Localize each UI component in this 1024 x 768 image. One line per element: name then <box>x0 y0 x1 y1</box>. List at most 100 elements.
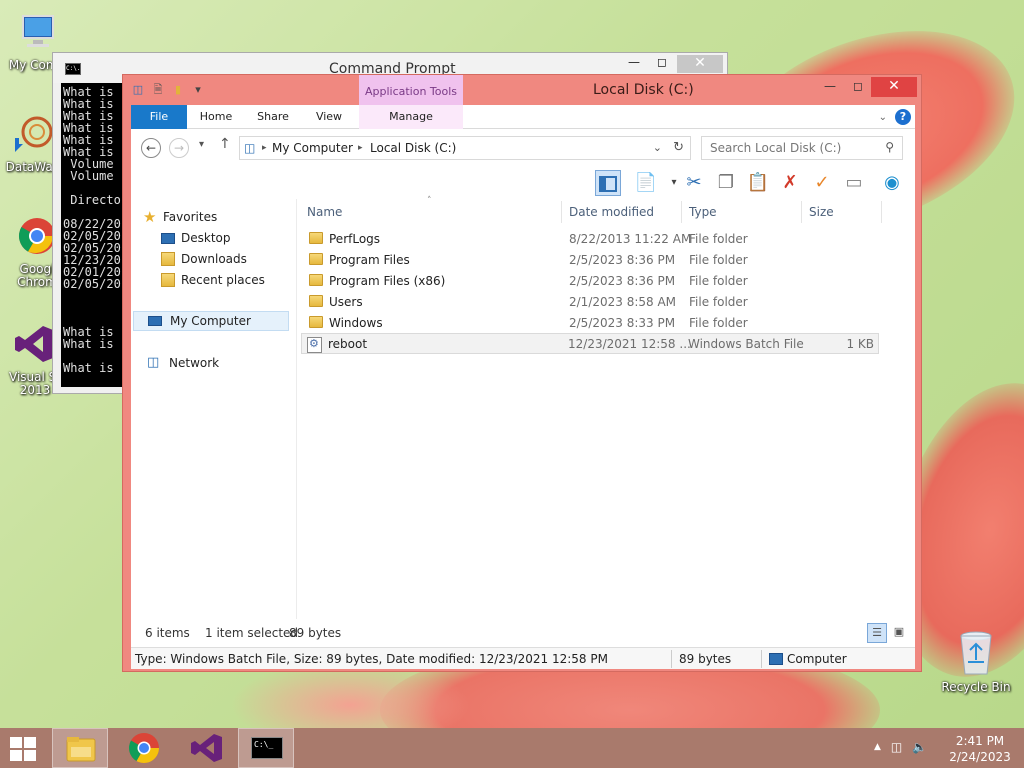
close-button[interactable]: ✕ <box>871 77 917 97</box>
cut-icon[interactable]: ✂ <box>681 170 707 196</box>
desktop-icon <box>161 233 175 244</box>
folder-icon <box>309 274 323 286</box>
new-folder-icon[interactable]: ▮ <box>171 83 185 97</box>
column-separator[interactable] <box>881 201 882 223</box>
volume-icon[interactable]: 🔈 <box>912 740 927 754</box>
file-list: ˄ Name Date modified Type Size PerfLogs … <box>301 196 915 619</box>
breadcrumb-separator-icon[interactable]: ▸ <box>262 143 267 153</box>
show-hidden-icons-icon[interactable]: ▲ <box>874 742 881 754</box>
clock[interactable]: 2:41 PM 2/24/2023 <box>940 733 1020 765</box>
column-header-type[interactable]: Type <box>689 205 717 219</box>
column-header-date[interactable]: Date modified <box>569 205 654 219</box>
globe-icon[interactable]: ◉ <box>879 170 905 196</box>
taskbar-command-prompt[interactable]: C:\_ <box>238 728 294 768</box>
file-row[interactable]: Program Files (x86) 2/5/2023 8:36 PM Fil… <box>303 271 877 292</box>
column-header-name[interactable]: Name <box>307 205 342 219</box>
back-button[interactable]: ← <box>141 138 161 158</box>
column-separator[interactable] <box>561 201 562 223</box>
column-header-size[interactable]: Size <box>809 205 834 219</box>
column-separator[interactable] <box>801 201 802 223</box>
explorer-window[interactable]: ◫ 🗎 ▮ ▾ Application Tools Local Disk (C:… <box>122 74 922 672</box>
breadcrumb-separator-icon[interactable]: ▸ <box>358 143 363 153</box>
ribbon-controls: ⌄ ? <box>879 109 911 125</box>
downloads-folder-icon <box>161 252 175 266</box>
nav-desktop[interactable]: Desktop <box>131 228 293 248</box>
computer-icon <box>22 15 54 47</box>
file-name: PerfLogs <box>329 232 381 246</box>
preview-pane-icon[interactable] <box>595 170 621 196</box>
windows-logo-icon <box>10 737 22 748</box>
explorer-content: ★ Favorites Desktop Downloads Recent pla… <box>131 196 915 619</box>
folder-icon <box>309 232 323 244</box>
recent-locations-icon[interactable]: ▾ <box>199 139 204 150</box>
taskbar-file-explorer[interactable] <box>52 728 108 768</box>
file-row[interactable]: Program Files 2/5/2023 8:36 PM File fold… <box>303 250 877 271</box>
chrome-icon <box>128 733 159 764</box>
file-row[interactable]: Users 2/1/2023 8:58 AM File folder <box>303 292 877 313</box>
address-dropdown-icon[interactable]: ⌄ <box>653 141 662 154</box>
tab-share[interactable]: Share <box>245 105 301 129</box>
rename-icon[interactable]: ▭ <box>841 170 867 196</box>
nav-downloads[interactable]: Downloads <box>131 249 293 269</box>
tab-manage[interactable]: Manage <box>359 105 463 129</box>
taskbar-chrome[interactable] <box>116 728 172 768</box>
nav-favorites[interactable]: ★ Favorites <box>131 207 293 227</box>
check-icon[interactable]: ✓ <box>809 170 835 196</box>
minimize-button[interactable]: — <box>817 77 843 97</box>
navigation-bar: ← → ▾ ↑ ◫ ▸ My Computer ▸ Local Disk (C:… <box>131 129 915 167</box>
copy-icon[interactable]: ❐ <box>713 170 739 196</box>
paste-icon[interactable]: 📋 <box>745 170 771 196</box>
drive-icon[interactable]: ◫ <box>131 83 145 97</box>
delete-icon[interactable]: ✗ <box>777 170 803 196</box>
network-tray-icon[interactable]: ◫ <box>891 740 902 754</box>
customize-qat-icon[interactable]: ▾ <box>191 83 205 97</box>
taskbar-visual-studio[interactable] <box>178 728 234 768</box>
nav-my-computer[interactable]: My Computer <box>133 311 289 331</box>
file-type: File folder <box>689 253 748 267</box>
large-icons-view-icon[interactable]: ▣ <box>889 623 909 643</box>
help-icon[interactable]: ? <box>895 109 911 125</box>
refresh-icon[interactable]: ↻ <box>673 140 684 155</box>
file-type: File folder <box>689 316 748 330</box>
minimize-button[interactable]: — <box>621 55 647 73</box>
desktop-icon-recycle-bin[interactable]: Recycle Bin <box>940 630 1012 694</box>
file-date: 2/5/2023 8:36 PM <box>569 274 676 288</box>
search-input[interactable]: Search Local Disk (C:) ⚲ <box>701 136 903 160</box>
ribbon-tabs: File Home Share View Manage ⌄ ? <box>131 105 915 129</box>
file-date: 2/1/2023 8:58 AM <box>569 295 677 309</box>
desktop-icon-label: Recycle Bin <box>941 680 1011 694</box>
expand-ribbon-icon[interactable]: ⌄ <box>879 112 887 123</box>
file-row-selected[interactable]: reboot 12/23/2021 12:58 ... Windows Batc… <box>301 333 879 354</box>
windows-logo-icon <box>24 750 36 761</box>
tab-view[interactable]: View <box>301 105 357 129</box>
file-name: Windows <box>329 316 383 330</box>
clock-time: 2:41 PM <box>955 734 1005 748</box>
properties-icon[interactable]: 🗎 <box>151 83 165 97</box>
tab-file[interactable]: File <box>131 105 187 129</box>
forward-button[interactable]: → <box>169 138 189 158</box>
breadcrumb-local-disk[interactable]: Local Disk (C:) <box>370 141 456 155</box>
file-date: 12/23/2021 12:58 ... <box>568 337 691 351</box>
up-button[interactable]: ↑ <box>219 136 231 152</box>
status-location: Computer <box>787 652 847 666</box>
tab-home[interactable]: Home <box>187 105 245 129</box>
maximize-button[interactable]: ◻ <box>649 55 675 73</box>
explorer-titlebar[interactable]: ◫ 🗎 ▮ ▾ Application Tools Local Disk (C:… <box>123 75 921 105</box>
datawag-icon <box>15 116 53 152</box>
properties-icon[interactable]: 📄 <box>633 170 659 196</box>
file-type: Windows Batch File <box>688 337 804 351</box>
details-view-icon[interactable]: ☰ <box>867 623 887 643</box>
maximize-button[interactable]: ◻ <box>845 77 871 97</box>
column-separator[interactable] <box>681 201 682 223</box>
nav-recent-places[interactable]: Recent places <box>131 270 293 290</box>
nav-network[interactable]: ◫ Network <box>131 353 293 373</box>
breadcrumb-my-computer[interactable]: My Computer <box>272 141 353 155</box>
file-name: reboot <box>328 337 368 351</box>
search-icon[interactable]: ⚲ <box>885 140 894 154</box>
status-separator <box>671 650 672 668</box>
start-button[interactable] <box>10 737 36 761</box>
file-row[interactable]: Windows 2/5/2023 8:33 PM File folder <box>303 313 877 334</box>
address-bar[interactable]: ◫ ▸ My Computer ▸ Local Disk (C:) ⌄ ↻ <box>239 136 691 160</box>
close-button[interactable]: ✕ <box>677 55 723 73</box>
file-row[interactable]: PerfLogs 8/22/2013 11:22 AM File folder <box>303 229 877 250</box>
